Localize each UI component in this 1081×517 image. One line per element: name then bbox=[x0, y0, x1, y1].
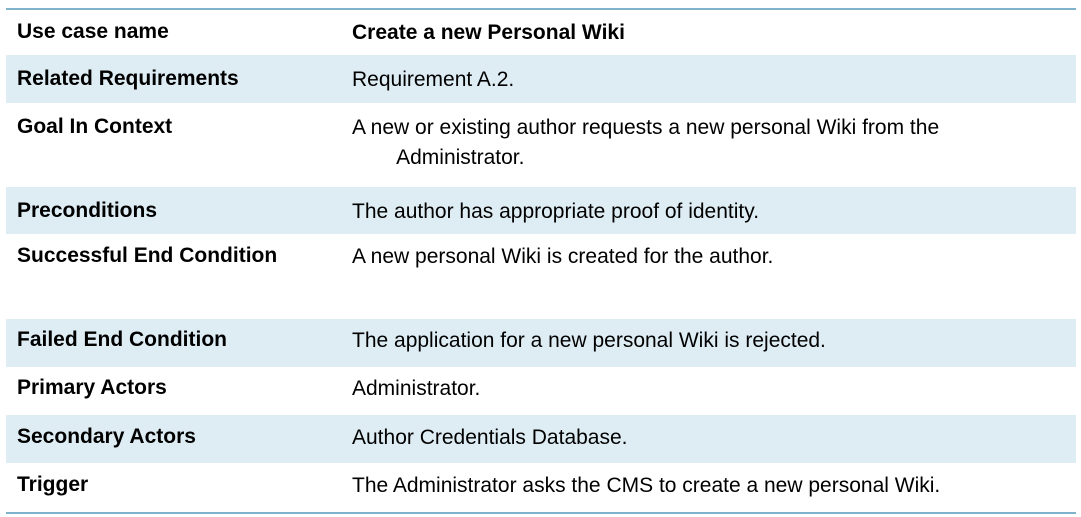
use-case-table: Use case name Create a new Personal Wiki… bbox=[6, 8, 1076, 514]
table-row: Goal In Context A new or existing author… bbox=[6, 103, 1076, 187]
row-label: Primary Actors bbox=[17, 376, 167, 399]
table-row: Trigger The Administrator asks the CMS t… bbox=[6, 463, 1076, 512]
table-row: Secondary Actors Author Credentials Data… bbox=[6, 415, 1076, 463]
row-label: Successful End Condition bbox=[17, 244, 278, 267]
row-label: Preconditions bbox=[17, 199, 158, 222]
table-row: Preconditions The author has appropriate… bbox=[6, 187, 1076, 234]
row-label: Trigger bbox=[17, 473, 89, 496]
table-row: Related Requirements Requirement A.2. bbox=[6, 55, 1076, 103]
table-row: Failed End Condition The application for… bbox=[6, 319, 1076, 367]
row-value: Requirement A.2. bbox=[352, 68, 515, 91]
row-value: A new personal Wiki is created for the a… bbox=[352, 245, 774, 268]
row-value: Administrator. bbox=[352, 377, 481, 400]
row-label: Related Requirements bbox=[17, 67, 239, 90]
row-value: Author Credentials Database. bbox=[352, 426, 628, 449]
table-row: Use case name Create a new Personal Wiki bbox=[6, 10, 1076, 55]
row-value: The Administrator asks the CMS to create… bbox=[352, 474, 941, 497]
row-value: A new or existing author requests a new … bbox=[352, 116, 940, 169]
row-value: Create a new Personal Wiki bbox=[352, 21, 625, 44]
row-label: Goal In Context bbox=[17, 115, 173, 138]
row-label: Use case name bbox=[17, 20, 169, 43]
table-row: Primary Actors Administrator. bbox=[6, 367, 1076, 415]
row-label: Secondary Actors bbox=[17, 425, 196, 448]
table-row: Successful End Condition A new personal … bbox=[6, 234, 1076, 319]
row-value: The application for a new personal Wiki … bbox=[352, 329, 826, 352]
row-label: Failed End Condition bbox=[17, 328, 227, 351]
row-value: The author has appropriate proof of iden… bbox=[352, 200, 760, 223]
